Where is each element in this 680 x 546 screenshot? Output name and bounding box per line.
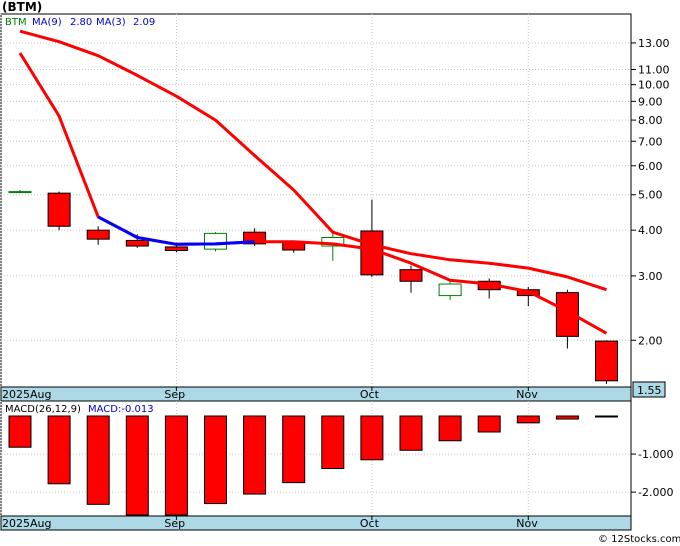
candle-body [204,232,227,250]
macd-bar [321,415,345,470]
price-y-tick-label: 11.00 [638,63,670,76]
legend-ma9-label: MA(9) [32,17,62,28]
candle-body [8,191,32,194]
legend-ma3-label: MA(3) [96,17,126,28]
macd-bar [477,415,501,433]
macd-bar [555,415,579,420]
macd-bar [438,415,462,442]
price-y-tick-label: 6.00 [638,160,663,173]
macd-bar [595,415,618,418]
legend-ma3-value: 2.09 [133,17,155,28]
macd-x-axis: 2025Aug Sep Oct Nov [0,515,632,531]
price-y-tick-label: 5.00 [638,189,663,202]
macd-x-tick-label: Oct [360,517,380,530]
price-y-axis: 13.00 11.00 10.00 9.00 8.00 7.00 6.00 5.00 4.00 3… [631,37,670,347]
macd-bar [164,415,188,516]
macd-bar [8,415,32,448]
candle-body [595,340,618,382]
macd-bar [399,415,423,451]
chart-title: (BTM) [2,0,42,14]
macd-legend-value: MACD:-0.013 [88,404,154,415]
candle-body [438,283,462,297]
price-x-axis: 2025Aug Sep Oct Nov [0,386,632,402]
price-y-tick-label: 13.00 [638,37,670,50]
candle-body [47,192,71,227]
macd-legend-title: MACD(26,12,9) [5,404,81,415]
macd-bar [360,415,384,461]
candle-body [164,246,188,251]
macd-panel: -1.000 -2.000 MACD(26,12,9) MACD:-0.013 [0,400,673,517]
macd-y-tick-label: -2.000 [638,486,673,499]
macd-bar [86,415,110,505]
macd-bar [47,415,71,485]
last-price-label: 1.55 [637,384,662,397]
macd-bar [204,415,227,505]
price-y-tick-label: 8.00 [638,114,663,127]
candle-body [399,269,423,282]
price-y-tick-label: 9.00 [638,95,663,108]
legend-ma9-value: 2.80 [70,17,92,28]
macd-bar [516,415,540,424]
macd-bar [282,415,306,484]
price-y-tick-label: 10.00 [638,79,670,92]
price-x-tick-label: Sep [164,388,185,401]
price-y-tick-label: 4.00 [638,224,663,237]
price-x-tick-label: 2025Aug [2,388,51,401]
macd-y-axis: -1.000 -2.000 [631,448,673,499]
price-y-tick-label: 2.00 [638,334,663,347]
candle-body [86,229,110,240]
price-y-tick-label: 7.00 [638,135,663,148]
candle-body [282,242,306,251]
price-x-tick-label: Oct [360,388,380,401]
price-panel: 13.00 11.00 10.00 9.00 8.00 7.00 6.00 5.00 4.00 3… [0,0,670,398]
macd-bar [125,415,149,516]
macd-x-tick-label: Nov [516,517,538,530]
macd-x-tick-label: 2025Aug [2,517,51,530]
macd-bar [243,415,267,495]
candle-body [125,239,149,247]
legend-ticker: BTM [5,17,27,28]
macd-y-tick-label: -1.000 [638,448,673,461]
price-y-tick-label: 3.00 [638,270,663,283]
price-x-tick-label: Nov [516,388,538,401]
footer-credit: © 12Stocks.com [598,534,680,545]
macd-x-tick-label: Sep [164,517,185,530]
stock-chart: 13.00 11.00 10.00 9.00 8.00 7.00 6.00 5.00 4.00 3… [0,0,680,545]
